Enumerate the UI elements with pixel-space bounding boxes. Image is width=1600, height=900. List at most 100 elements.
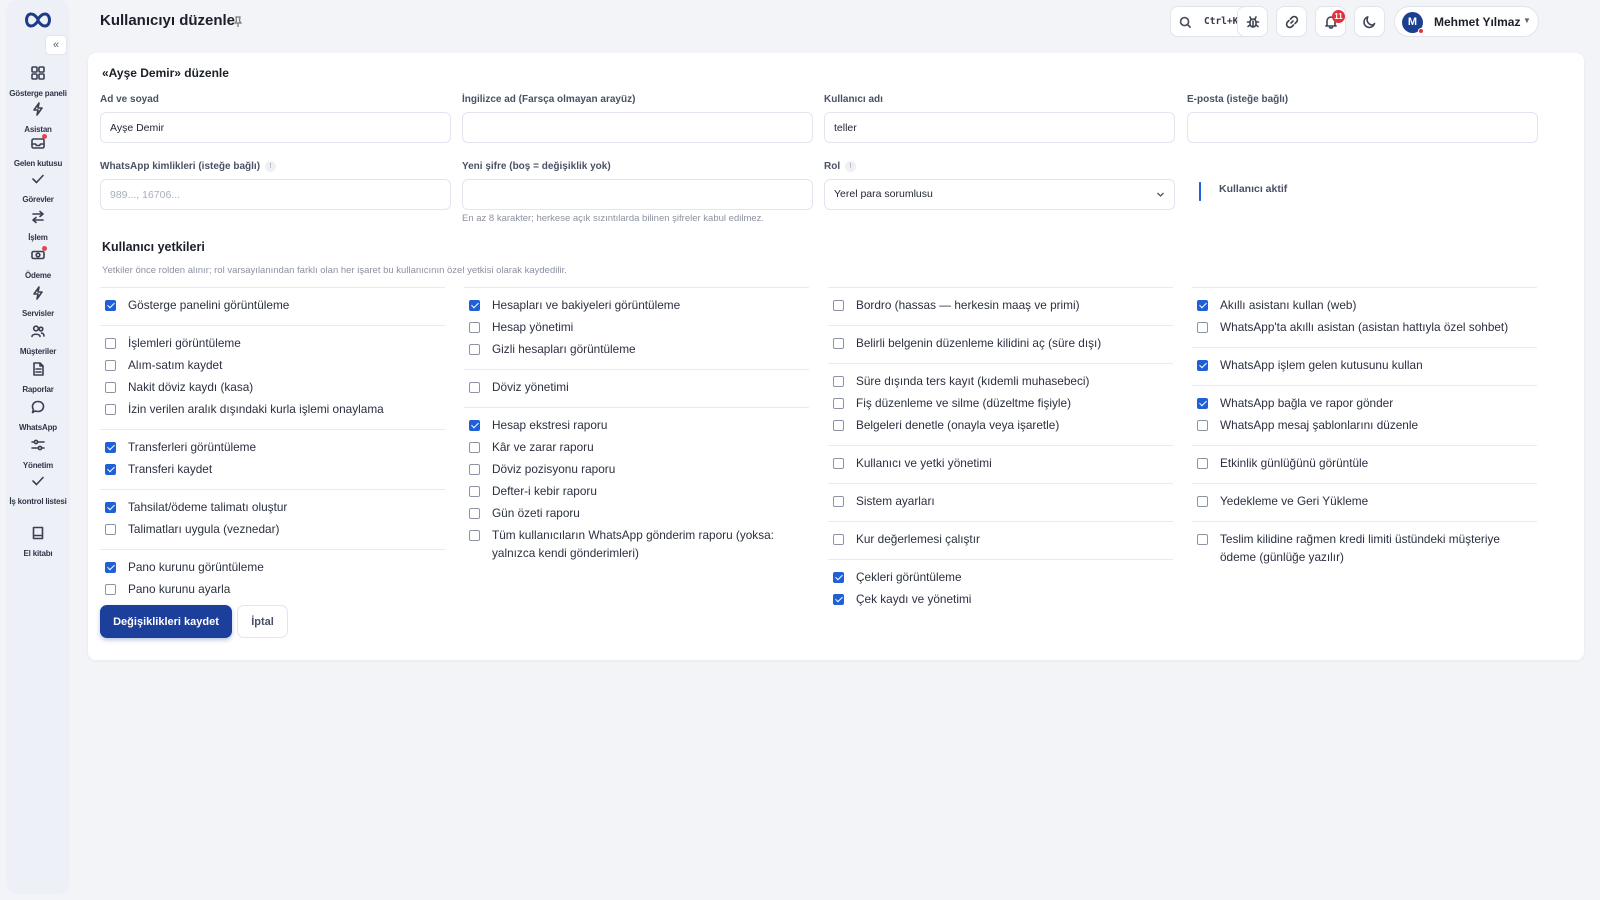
- permission-item[interactable]: Alım-satım kaydet: [100, 354, 445, 376]
- permission-item[interactable]: Nakit döviz kaydı (kasa): [100, 376, 445, 398]
- permission-checkbox[interactable]: [469, 464, 480, 475]
- permission-item[interactable]: Sistem ayarları: [828, 490, 1173, 512]
- permission-checkbox[interactable]: [469, 322, 480, 333]
- permission-item[interactable]: Teslim kilidine rağmen kredi limiti üstü…: [1192, 528, 1537, 568]
- permission-item[interactable]: Çekleri görüntüleme: [828, 566, 1173, 588]
- permission-item[interactable]: Tahsilat/ödeme talimatı oluştur: [100, 496, 445, 518]
- permission-checkbox[interactable]: [105, 464, 116, 475]
- bug-report-button[interactable]: [1237, 6, 1268, 37]
- permission-item[interactable]: Transferi kaydet: [100, 458, 445, 480]
- user-active-checkbox[interactable]: [1199, 182, 1201, 201]
- permission-checkbox[interactable]: [469, 420, 480, 431]
- info-icon[interactable]: !: [845, 161, 857, 172]
- permission-item[interactable]: Hesapları ve bakiyeleri görüntüleme: [464, 294, 809, 316]
- permission-item[interactable]: WhatsApp bağla ve rapor gönder: [1192, 392, 1537, 414]
- permission-checkbox[interactable]: [105, 300, 116, 311]
- permission-item[interactable]: Bordro (hassas — herkesin maaş ve primi): [828, 294, 1173, 316]
- username-input[interactable]: [824, 112, 1175, 143]
- permission-item[interactable]: Fiş düzenleme ve silme (düzeltme fişiyle…: [828, 392, 1173, 414]
- permission-item[interactable]: WhatsApp işlem gelen kutusunu kullan: [1192, 354, 1537, 376]
- user-menu[interactable]: M Mehmet Yılmaz ▼: [1394, 6, 1539, 37]
- permission-item[interactable]: Belirli belgenin düzenleme kilidini aç (…: [828, 332, 1173, 354]
- permission-checkbox[interactable]: [105, 382, 116, 393]
- collapse-sidebar-button[interactable]: «: [46, 36, 66, 54]
- sidebar-item-tasks[interactable]: Görevler: [6, 172, 70, 207]
- permission-item[interactable]: İşlemleri görüntüleme: [100, 332, 445, 354]
- permission-checkbox[interactable]: [1197, 458, 1208, 469]
- sidebar-item-management[interactable]: Yönetim: [6, 438, 70, 473]
- user-active-toggle[interactable]: Kullanıcı aktif: [1199, 182, 1287, 201]
- permission-checkbox[interactable]: [833, 420, 844, 431]
- permission-item[interactable]: Çek kaydı ve yönetimi: [828, 588, 1173, 610]
- permission-checkbox[interactable]: [469, 382, 480, 393]
- permission-checkbox[interactable]: [1197, 420, 1208, 431]
- theme-toggle-button[interactable]: [1354, 6, 1385, 37]
- sidebar-item-whatsapp[interactable]: WhatsApp: [6, 400, 70, 435]
- permission-checkbox[interactable]: [1197, 398, 1208, 409]
- link-button[interactable]: [1276, 6, 1307, 37]
- permission-checkbox[interactable]: [833, 300, 844, 311]
- permission-item[interactable]: Gün özeti raporu: [464, 502, 809, 524]
- role-select[interactable]: Yerel para sorumlusu: [824, 179, 1175, 210]
- permission-item[interactable]: Gizli hesapları görüntüleme: [464, 338, 809, 360]
- permission-checkbox[interactable]: [1197, 360, 1208, 371]
- permission-checkbox[interactable]: [469, 442, 480, 453]
- permission-item[interactable]: Pano kurunu ayarla: [100, 578, 445, 600]
- new-password-input[interactable]: [462, 179, 813, 210]
- permission-checkbox[interactable]: [105, 360, 116, 371]
- permission-item[interactable]: Hesap yönetimi: [464, 316, 809, 338]
- permission-checkbox[interactable]: [105, 338, 116, 349]
- permission-checkbox[interactable]: [833, 496, 844, 507]
- permission-item[interactable]: Pano kurunu görüntüleme: [100, 556, 445, 578]
- permission-checkbox[interactable]: [469, 486, 480, 497]
- sidebar-item-checklist[interactable]: İş kontrol listesi: [6, 474, 70, 509]
- permission-checkbox[interactable]: [469, 344, 480, 355]
- permission-checkbox[interactable]: [105, 584, 116, 595]
- sidebar-item-dashboard[interactable]: Gösterge paneli: [6, 66, 70, 101]
- permission-checkbox[interactable]: [1197, 300, 1208, 311]
- permission-item[interactable]: Tüm kullanıcıların WhatsApp gönderim rap…: [464, 524, 809, 564]
- sidebar-item-assistant[interactable]: Asistan: [6, 102, 70, 137]
- permission-item[interactable]: Döviz pozisyonu raporu: [464, 458, 809, 480]
- permission-checkbox[interactable]: [105, 404, 116, 415]
- notifications-button[interactable]: 11: [1315, 6, 1346, 37]
- permission-checkbox[interactable]: [105, 562, 116, 573]
- permission-item[interactable]: Kur değerlemesi çalıştır: [828, 528, 1173, 550]
- permission-item[interactable]: Etkinlik günlüğünü görüntüle: [1192, 452, 1537, 474]
- permission-item[interactable]: WhatsApp mesaj şablonlarını düzenle: [1192, 414, 1537, 436]
- sidebar-item-customers[interactable]: Müşteriler: [6, 324, 70, 359]
- permission-checkbox[interactable]: [469, 300, 480, 311]
- permission-item[interactable]: Talimatları uygula (veznedar): [100, 518, 445, 540]
- permission-checkbox[interactable]: [469, 508, 480, 519]
- permission-checkbox[interactable]: [833, 594, 844, 605]
- permission-checkbox[interactable]: [105, 502, 116, 513]
- pin-icon[interactable]: [233, 15, 243, 27]
- permission-checkbox[interactable]: [469, 530, 480, 541]
- save-changes-button[interactable]: Değişiklikleri kaydet: [100, 605, 232, 638]
- sidebar-item-transaction[interactable]: İşlem: [6, 210, 70, 245]
- permission-checkbox[interactable]: [833, 572, 844, 583]
- permission-item[interactable]: WhatsApp'ta akıllı asistan (asistan hatt…: [1192, 316, 1537, 338]
- permission-item[interactable]: Akıllı asistanı kullan (web): [1192, 294, 1537, 316]
- sidebar-item-services[interactable]: Servisler: [6, 286, 70, 321]
- permission-checkbox[interactable]: [1197, 496, 1208, 507]
- permission-checkbox[interactable]: [1197, 322, 1208, 333]
- permission-checkbox[interactable]: [833, 376, 844, 387]
- permission-checkbox[interactable]: [105, 524, 116, 535]
- info-icon[interactable]: !: [265, 161, 277, 172]
- english-name-input[interactable]: [462, 112, 813, 143]
- whatsapp-ids-input[interactable]: [100, 179, 451, 210]
- permission-item[interactable]: İzin verilen aralık dışındaki kurla işle…: [100, 398, 445, 420]
- cancel-button[interactable]: İptal: [237, 605, 288, 638]
- permission-item[interactable]: Gösterge panelini görüntüleme: [100, 294, 445, 316]
- permission-item[interactable]: Hesap ekstresi raporu: [464, 414, 809, 436]
- sidebar-item-handbook[interactable]: El kitabı: [6, 526, 70, 561]
- full-name-input[interactable]: [100, 112, 451, 143]
- permission-checkbox[interactable]: [833, 338, 844, 349]
- infinity-logo-icon[interactable]: [22, 11, 54, 34]
- permission-item[interactable]: Döviz yönetimi: [464, 376, 809, 398]
- permission-item[interactable]: Defter-i kebir raporu: [464, 480, 809, 502]
- permission-checkbox[interactable]: [833, 458, 844, 469]
- permission-item[interactable]: Kâr ve zarar raporu: [464, 436, 809, 458]
- permission-item[interactable]: Süre dışında ters kayıt (kıdemli muhaseb…: [828, 370, 1173, 392]
